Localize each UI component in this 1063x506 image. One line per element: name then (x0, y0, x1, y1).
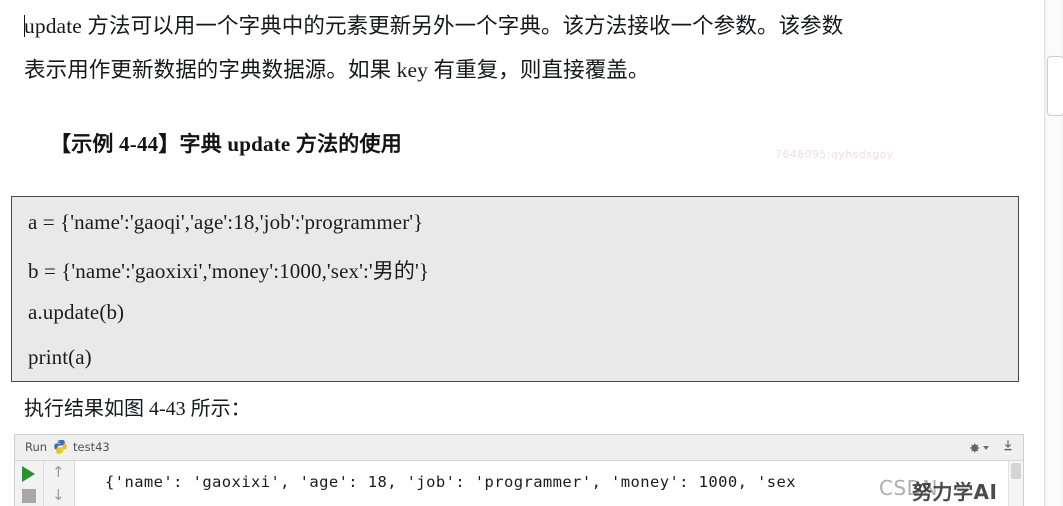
faint-watermark: 7646095:qyhsdsgoy (775, 148, 894, 161)
chevron-down-icon (983, 445, 989, 450)
page-scrollbar[interactable] (1044, 0, 1063, 506)
code-line: a = {'name':'gaoqi','age':18,'job':'prog… (28, 210, 424, 234)
export-icon (1004, 440, 1012, 451)
arrow-down-icon[interactable]: ↓ (52, 488, 65, 503)
paragraph-line-1-text: update 方法可以用一个字典中的元素更新另外一个字典。该方法接收一个参数。该… (24, 14, 844, 38)
export-button[interactable] (1001, 438, 1015, 457)
scrollbar-thumb[interactable] (1011, 463, 1021, 479)
code-line: a.update(b) (28, 300, 125, 324)
python-logo-icon (53, 439, 68, 454)
example-heading: 【示例 4-44】字典 update 方法的使用 (50, 132, 402, 156)
ide-console-output[interactable]: {'name': 'gaoxixi', 'age': 18, 'job': 'p… (75, 461, 1007, 506)
gear-icon (970, 442, 980, 453)
ide-run-controls (15, 461, 44, 506)
console-output-line: {'name': 'gaoxixi', 'age': 18, 'job': 'p… (105, 473, 796, 491)
scrollbar-thumb[interactable] (1047, 56, 1063, 116)
ide-output-scrollbar[interactable] (1008, 461, 1023, 506)
ide-toolbar: Run test43 (15, 435, 1023, 461)
run-panel-label: Run (25, 440, 48, 454)
gear-settings-button[interactable] (967, 441, 989, 455)
code-block: a = {'name':'gaoqi','age':18,'job':'prog… (11, 196, 1019, 382)
paragraph-line-1: update 方法可以用一个字典中的元素更新另外一个字典。该方法接收一个参数。该… (24, 6, 1014, 47)
figure-caption: 执行结果如图 4-43 所示： (24, 398, 251, 420)
play-icon[interactable] (22, 466, 35, 482)
stop-icon[interactable] (22, 489, 36, 503)
code-line: b = {'name':'gaoxixi','money':1000,'sex'… (28, 259, 430, 283)
ide-output-body: ↑ ↓ {'name': 'gaoxixi', 'age': 18, 'job'… (15, 461, 1023, 506)
ide-toolbar-actions (967, 438, 1015, 457)
paragraph-line-2: 表示用作更新数据的字典数据源。如果 key 有重复，则直接覆盖。 (24, 58, 650, 82)
document-page: update 方法可以用一个字典中的元素更新另外一个字典。该方法接收一个参数。该… (0, 0, 1040, 506)
ide-tab-test43[interactable]: test43 (73, 440, 110, 454)
ide-run-panel: Run test43 ↑ ↓ {'name': 'gaoxixi', 'age'… (14, 434, 1024, 506)
arrow-up-icon[interactable]: ↑ (52, 465, 65, 480)
ide-nav-controls: ↑ ↓ (44, 461, 75, 506)
code-line: print(a) (28, 345, 92, 369)
